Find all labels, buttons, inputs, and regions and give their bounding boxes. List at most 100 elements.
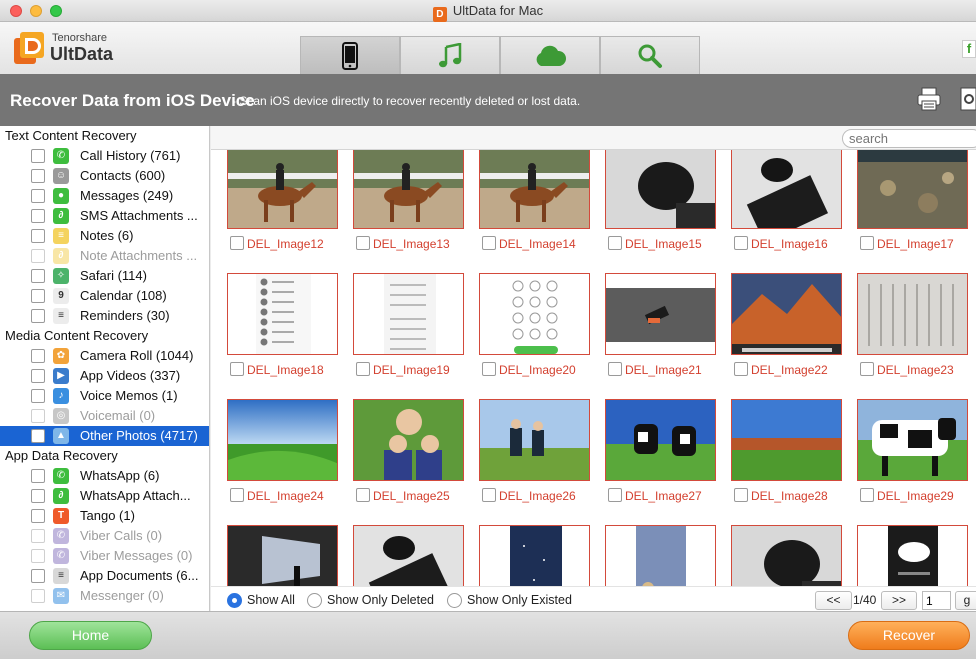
sidebar-item[interactable]: ◎ Voicemail (0) xyxy=(0,406,209,426)
filter-show-only-deleted[interactable]: Show Only Deleted xyxy=(307,592,434,608)
item-checkbox[interactable] xyxy=(31,209,45,223)
thumbnail-checkbox[interactable] xyxy=(482,236,496,250)
sidebar-item[interactable]: ✧ Safari (114) xyxy=(0,266,209,286)
tab-itunes-backup[interactable] xyxy=(400,36,500,74)
photo-thumbnail[interactable] xyxy=(479,525,590,586)
next-page-button[interactable]: >> xyxy=(881,591,917,610)
item-checkbox[interactable] xyxy=(31,169,45,183)
tab-repair-tools[interactable] xyxy=(600,36,700,74)
photo-thumbnail[interactable] xyxy=(227,150,338,229)
photo-thumbnail[interactable] xyxy=(353,399,464,481)
sidebar-item[interactable]: ♪ Voice Memos (1) xyxy=(0,386,209,406)
item-checkbox[interactable] xyxy=(31,469,45,483)
item-checkbox[interactable] xyxy=(31,529,45,543)
thumbnail-checkbox[interactable] xyxy=(608,362,622,376)
sidebar-item[interactable]: ☺ Contacts (600) xyxy=(0,166,209,186)
sidebar-item[interactable]: ≡ Notes (6) xyxy=(0,226,209,246)
sidebar-item[interactable]: ✿ Camera Roll (1044) xyxy=(0,346,209,366)
thumbnail-checkbox[interactable] xyxy=(230,488,244,502)
item-checkbox[interactable] xyxy=(31,389,45,403)
item-checkbox[interactable] xyxy=(31,289,45,303)
sidebar-item[interactable]: ≡ App Documents (6... xyxy=(0,566,209,586)
sidebar-item[interactable]: T Tango (1) xyxy=(0,506,209,526)
settings-gear-icon[interactable] xyxy=(960,86,976,112)
sidebar-item[interactable]: ∂ WhatsApp Attach... xyxy=(0,486,209,506)
sidebar-item[interactable]: ✆ Viber Calls (0) xyxy=(0,526,209,546)
prev-page-button[interactable]: << xyxy=(815,591,852,610)
item-checkbox[interactable] xyxy=(31,309,45,323)
thumbnail-checkbox[interactable] xyxy=(230,236,244,250)
photo-thumbnail-item[interactable]: DEL_Image14 xyxy=(479,150,590,255)
photo-thumbnail[interactable] xyxy=(857,273,968,355)
photo-thumbnail[interactable] xyxy=(227,399,338,481)
item-checkbox[interactable] xyxy=(31,549,45,563)
recover-button[interactable]: Recover xyxy=(848,621,970,650)
item-checkbox[interactable] xyxy=(31,589,45,603)
photo-thumbnail-item[interactable]: DEL_Image29 xyxy=(857,399,968,507)
photo-thumbnail-item[interactable]: DEL_Image27 xyxy=(605,399,716,507)
photo-thumbnail-item[interactable] xyxy=(479,525,590,586)
thumbnail-checkbox[interactable] xyxy=(230,362,244,376)
photo-thumbnail[interactable] xyxy=(479,399,590,481)
sidebar-item[interactable]: ▲ Other Photos (4717) xyxy=(0,426,209,446)
home-button[interactable]: Home xyxy=(29,621,152,650)
thumbnail-checkbox[interactable] xyxy=(860,362,874,376)
item-checkbox[interactable] xyxy=(31,349,45,363)
photo-thumbnail-item[interactable]: DEL_Image26 xyxy=(479,399,590,507)
filter-show-all[interactable]: Show All xyxy=(227,592,295,608)
thumbnail-checkbox[interactable] xyxy=(734,236,748,250)
sidebar-item[interactable]: ✆ Viber Messages (0) xyxy=(0,546,209,566)
item-checkbox[interactable] xyxy=(31,569,45,583)
photo-thumbnail-item[interactable]: DEL_Image23 xyxy=(857,273,968,381)
photo-thumbnail-item[interactable]: DEL_Image21 xyxy=(605,273,716,381)
photo-thumbnail[interactable] xyxy=(479,273,590,355)
tab-ios-device[interactable] xyxy=(300,36,400,74)
sidebar-item[interactable]: ≡ Reminders (30) xyxy=(0,306,209,326)
sidebar-item[interactable]: ▶ App Videos (337) xyxy=(0,366,209,386)
thumbnail-checkbox[interactable] xyxy=(860,236,874,250)
sidebar-item[interactable]: 9 Calendar (108) xyxy=(0,286,209,306)
photo-thumbnail[interactable] xyxy=(731,525,842,586)
thumbnail-checkbox[interactable] xyxy=(608,488,622,502)
thumbnail-checkbox[interactable] xyxy=(356,488,370,502)
photo-thumbnail-item[interactable]: DEL_Image20 xyxy=(479,273,590,381)
photo-thumbnail[interactable] xyxy=(353,525,464,586)
sidebar-item[interactable]: ✆ Call History (761) xyxy=(0,146,209,166)
photo-thumbnail[interactable] xyxy=(731,273,842,355)
thumbnail-checkbox[interactable] xyxy=(482,362,496,376)
photo-thumbnail-item[interactable]: DEL_Image22 xyxy=(731,273,842,381)
photo-thumbnail-item[interactable]: DEL_Image25 xyxy=(353,399,464,507)
item-checkbox[interactable] xyxy=(31,149,45,163)
item-checkbox[interactable] xyxy=(31,369,45,383)
photo-thumbnail[interactable] xyxy=(731,399,842,481)
sidebar-item[interactable]: ✆ WhatsApp (6) xyxy=(0,466,209,486)
photo-thumbnail-item[interactable] xyxy=(731,525,842,586)
page-number-input[interactable] xyxy=(922,591,951,610)
thumbnail-checkbox[interactable] xyxy=(734,488,748,502)
item-checkbox[interactable] xyxy=(31,489,45,503)
printer-icon[interactable] xyxy=(916,86,942,112)
photo-thumbnail[interactable] xyxy=(227,525,338,586)
photo-thumbnail-item[interactable]: DEL_Image12 xyxy=(227,150,338,255)
photo-thumbnail[interactable] xyxy=(857,399,968,481)
facebook-icon[interactable]: f xyxy=(962,40,976,58)
photo-thumbnail[interactable] xyxy=(605,273,716,355)
sidebar-item[interactable]: ● Messages (249) xyxy=(0,186,209,206)
thumbnail-checkbox[interactable] xyxy=(482,488,496,502)
photo-thumbnail-item[interactable] xyxy=(353,525,464,586)
photo-thumbnail[interactable] xyxy=(605,525,716,586)
thumbnail-checkbox[interactable] xyxy=(860,488,874,502)
sidebar-item[interactable]: ∂ SMS Attachments ... xyxy=(0,206,209,226)
photo-thumbnail[interactable] xyxy=(353,150,464,229)
item-checkbox[interactable] xyxy=(31,249,45,263)
go-page-button[interactable]: g xyxy=(955,591,976,610)
item-checkbox[interactable] xyxy=(31,409,45,423)
photo-thumbnail-item[interactable] xyxy=(227,525,338,586)
sidebar-item[interactable]: ✉ Messenger (0) xyxy=(0,586,209,606)
photo-thumbnail[interactable] xyxy=(605,399,716,481)
photo-thumbnail-item[interactable]: DEL_Image28 xyxy=(731,399,842,507)
photo-thumbnail[interactable] xyxy=(479,150,590,229)
photo-thumbnail-item[interactable]: DEL_Image19 xyxy=(353,273,464,381)
photo-thumbnail-item[interactable] xyxy=(605,525,716,586)
thumbnail-checkbox[interactable] xyxy=(356,236,370,250)
